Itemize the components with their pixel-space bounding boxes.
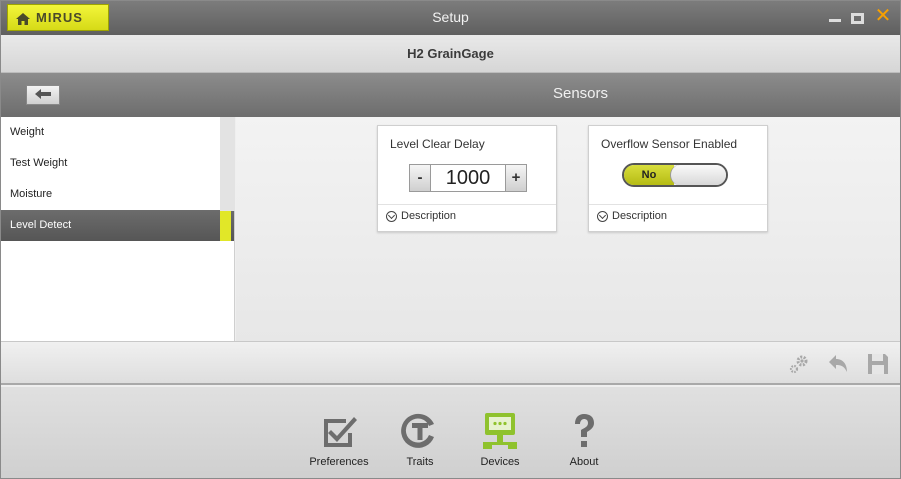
minimize-button[interactable] [829,7,841,27]
device-header: H2 GrainGage [1,35,900,73]
nav-preferences[interactable]: Preferences [304,409,374,468]
app-window: MIRUS Setup ✕ H2 GrainGage Sensors Weigh… [0,0,901,479]
action-toolbar [1,341,900,385]
undo-icon[interactable] [826,352,850,376]
description-toggle[interactable]: Description [589,204,767,227]
close-button[interactable]: ✕ [874,6,892,27]
chevron-down-icon [386,210,397,222]
sidebar-item-test-weight[interactable]: Test Weight [1,148,234,179]
settings-panel: Level Clear Delay - 1000 + Description O… [236,117,900,341]
toggle-state-label: No [624,165,674,185]
decrement-button[interactable]: - [409,164,431,192]
nav-label: Traits [406,456,434,468]
device-title: H2 GrainGage [407,46,494,61]
nav-devices[interactable]: Devices [465,409,535,468]
description-label: Description [612,210,668,222]
toggle-knob [670,165,726,185]
nav-traits[interactable]: Traits [385,409,455,468]
section-title: Sensors [552,85,609,102]
sensor-list: Weight Test Weight Moisture Level Detect [1,117,235,341]
description-label: Description [401,210,457,222]
checkbox-edit-icon [317,409,361,453]
nav-about[interactable]: About [549,409,619,468]
level-clear-delay-value[interactable]: 1000 [431,164,505,192]
maximize-button[interactable] [851,12,864,24]
description-toggle[interactable]: Description [378,204,556,227]
question-icon [562,409,606,453]
card-title: Level Clear Delay [390,137,485,151]
sidebar-item-weight[interactable]: Weight [1,117,234,148]
nav-label: About [569,456,599,468]
sidebar-scrollbar[interactable] [220,117,235,211]
level-clear-delay-card: Level Clear Delay - 1000 + Description [377,125,557,232]
increment-button[interactable]: + [505,164,527,192]
sidebar-item-moisture[interactable]: Moisture [1,179,234,210]
title-bar: MIRUS Setup ✕ [1,1,900,35]
section-header: Sensors [1,73,900,117]
devices-icon [478,409,522,453]
card-title: Overflow Sensor Enabled [601,137,738,151]
sidebar-item-label: Test Weight [10,157,68,169]
window-controls: ✕ [829,6,892,27]
level-clear-delay-stepper: - 1000 + [409,164,527,192]
overflow-sensor-toggle[interactable]: No [622,163,728,187]
sidebar-item-label: Level Detect [10,219,72,231]
nav-label: Preferences [309,456,369,468]
sidebar-item-level-detect[interactable]: Level Detect [1,210,234,241]
bottom-navigation: Preferences Traits Devices About [1,387,900,478]
overflow-sensor-card: Overflow Sensor Enabled No Description [588,125,768,232]
settings-gears-icon[interactable] [787,352,811,376]
chevron-down-icon [597,210,608,222]
sidebar-item-label: Moisture [10,188,53,200]
sidebar-item-label: Weight [10,126,45,138]
save-icon[interactable] [866,352,890,376]
traits-icon [398,409,442,453]
window-title: Setup [432,9,469,25]
nav-label: Devices [480,456,520,468]
